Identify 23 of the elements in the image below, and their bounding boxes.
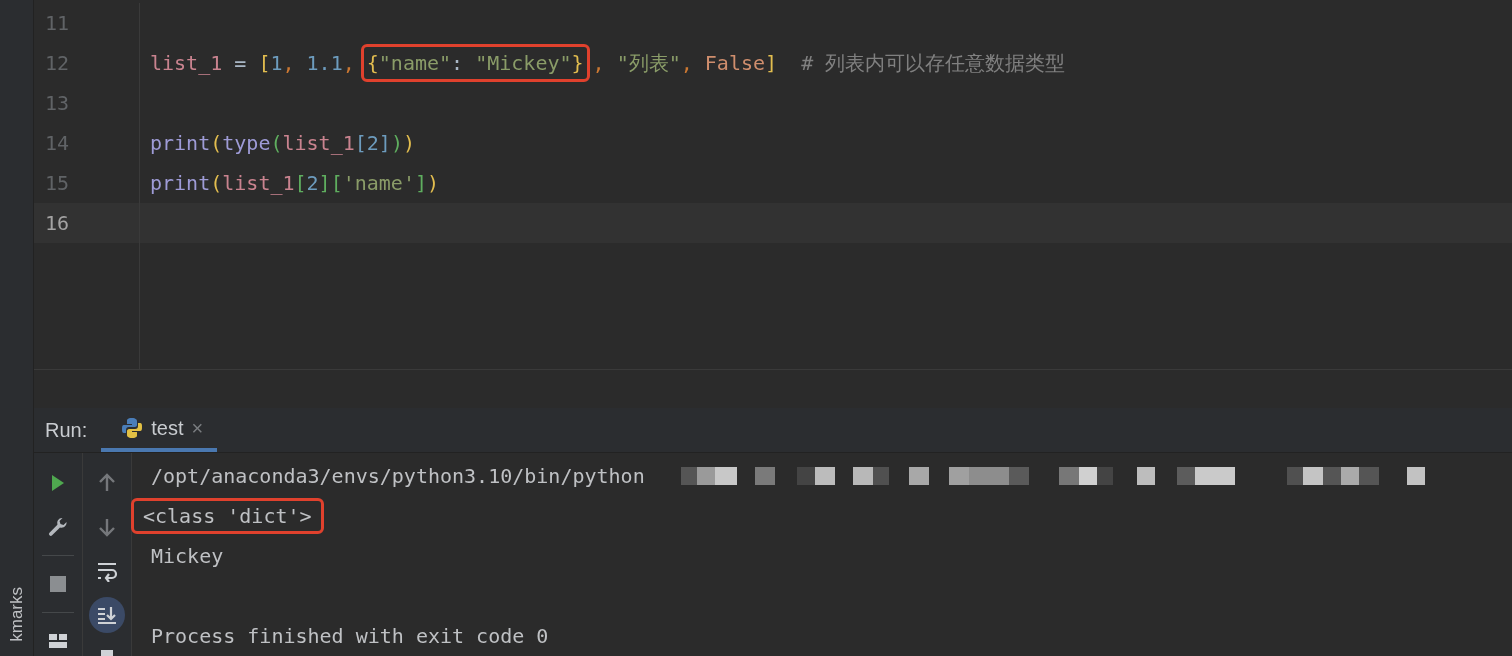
code-text: print(type(list_1[2])): [150, 131, 415, 155]
soft-wrap-icon: [96, 560, 118, 582]
code-text: list_1 = [1, 1.1,: [150, 51, 356, 75]
console-output: Process finished with exit code 0: [151, 624, 549, 648]
python-icon: [121, 417, 144, 439]
line-number: 14: [34, 123, 140, 163]
stop-icon: [47, 573, 69, 595]
down-arrow-icon: [96, 516, 118, 538]
scroll-to-end-icon: [96, 604, 118, 626]
run-label: Run:: [44, 417, 89, 443]
code-text: , "列表", False] # 列表内可以存任意数据类型: [592, 49, 1066, 77]
code-text: print(list_1[2]['name']): [150, 171, 440, 195]
line-number: 12: [34, 43, 140, 83]
line-number: 11: [34, 3, 140, 43]
scroll-to-end-button[interactable]: [89, 597, 125, 633]
line-number: 13: [34, 83, 140, 123]
console-output: /opt/anaconda3/envs/python3.10/bin/python: [151, 464, 645, 488]
console-output: Mickey: [151, 544, 224, 568]
highlight-box: {"name": "Mickey"}: [360, 44, 590, 82]
line-number: 16: [34, 203, 140, 243]
wrench-icon: [47, 516, 69, 538]
highlight-box: <class 'dict'>: [131, 498, 324, 534]
bookmarks-tab[interactable]: kmarks: [6, 587, 27, 642]
